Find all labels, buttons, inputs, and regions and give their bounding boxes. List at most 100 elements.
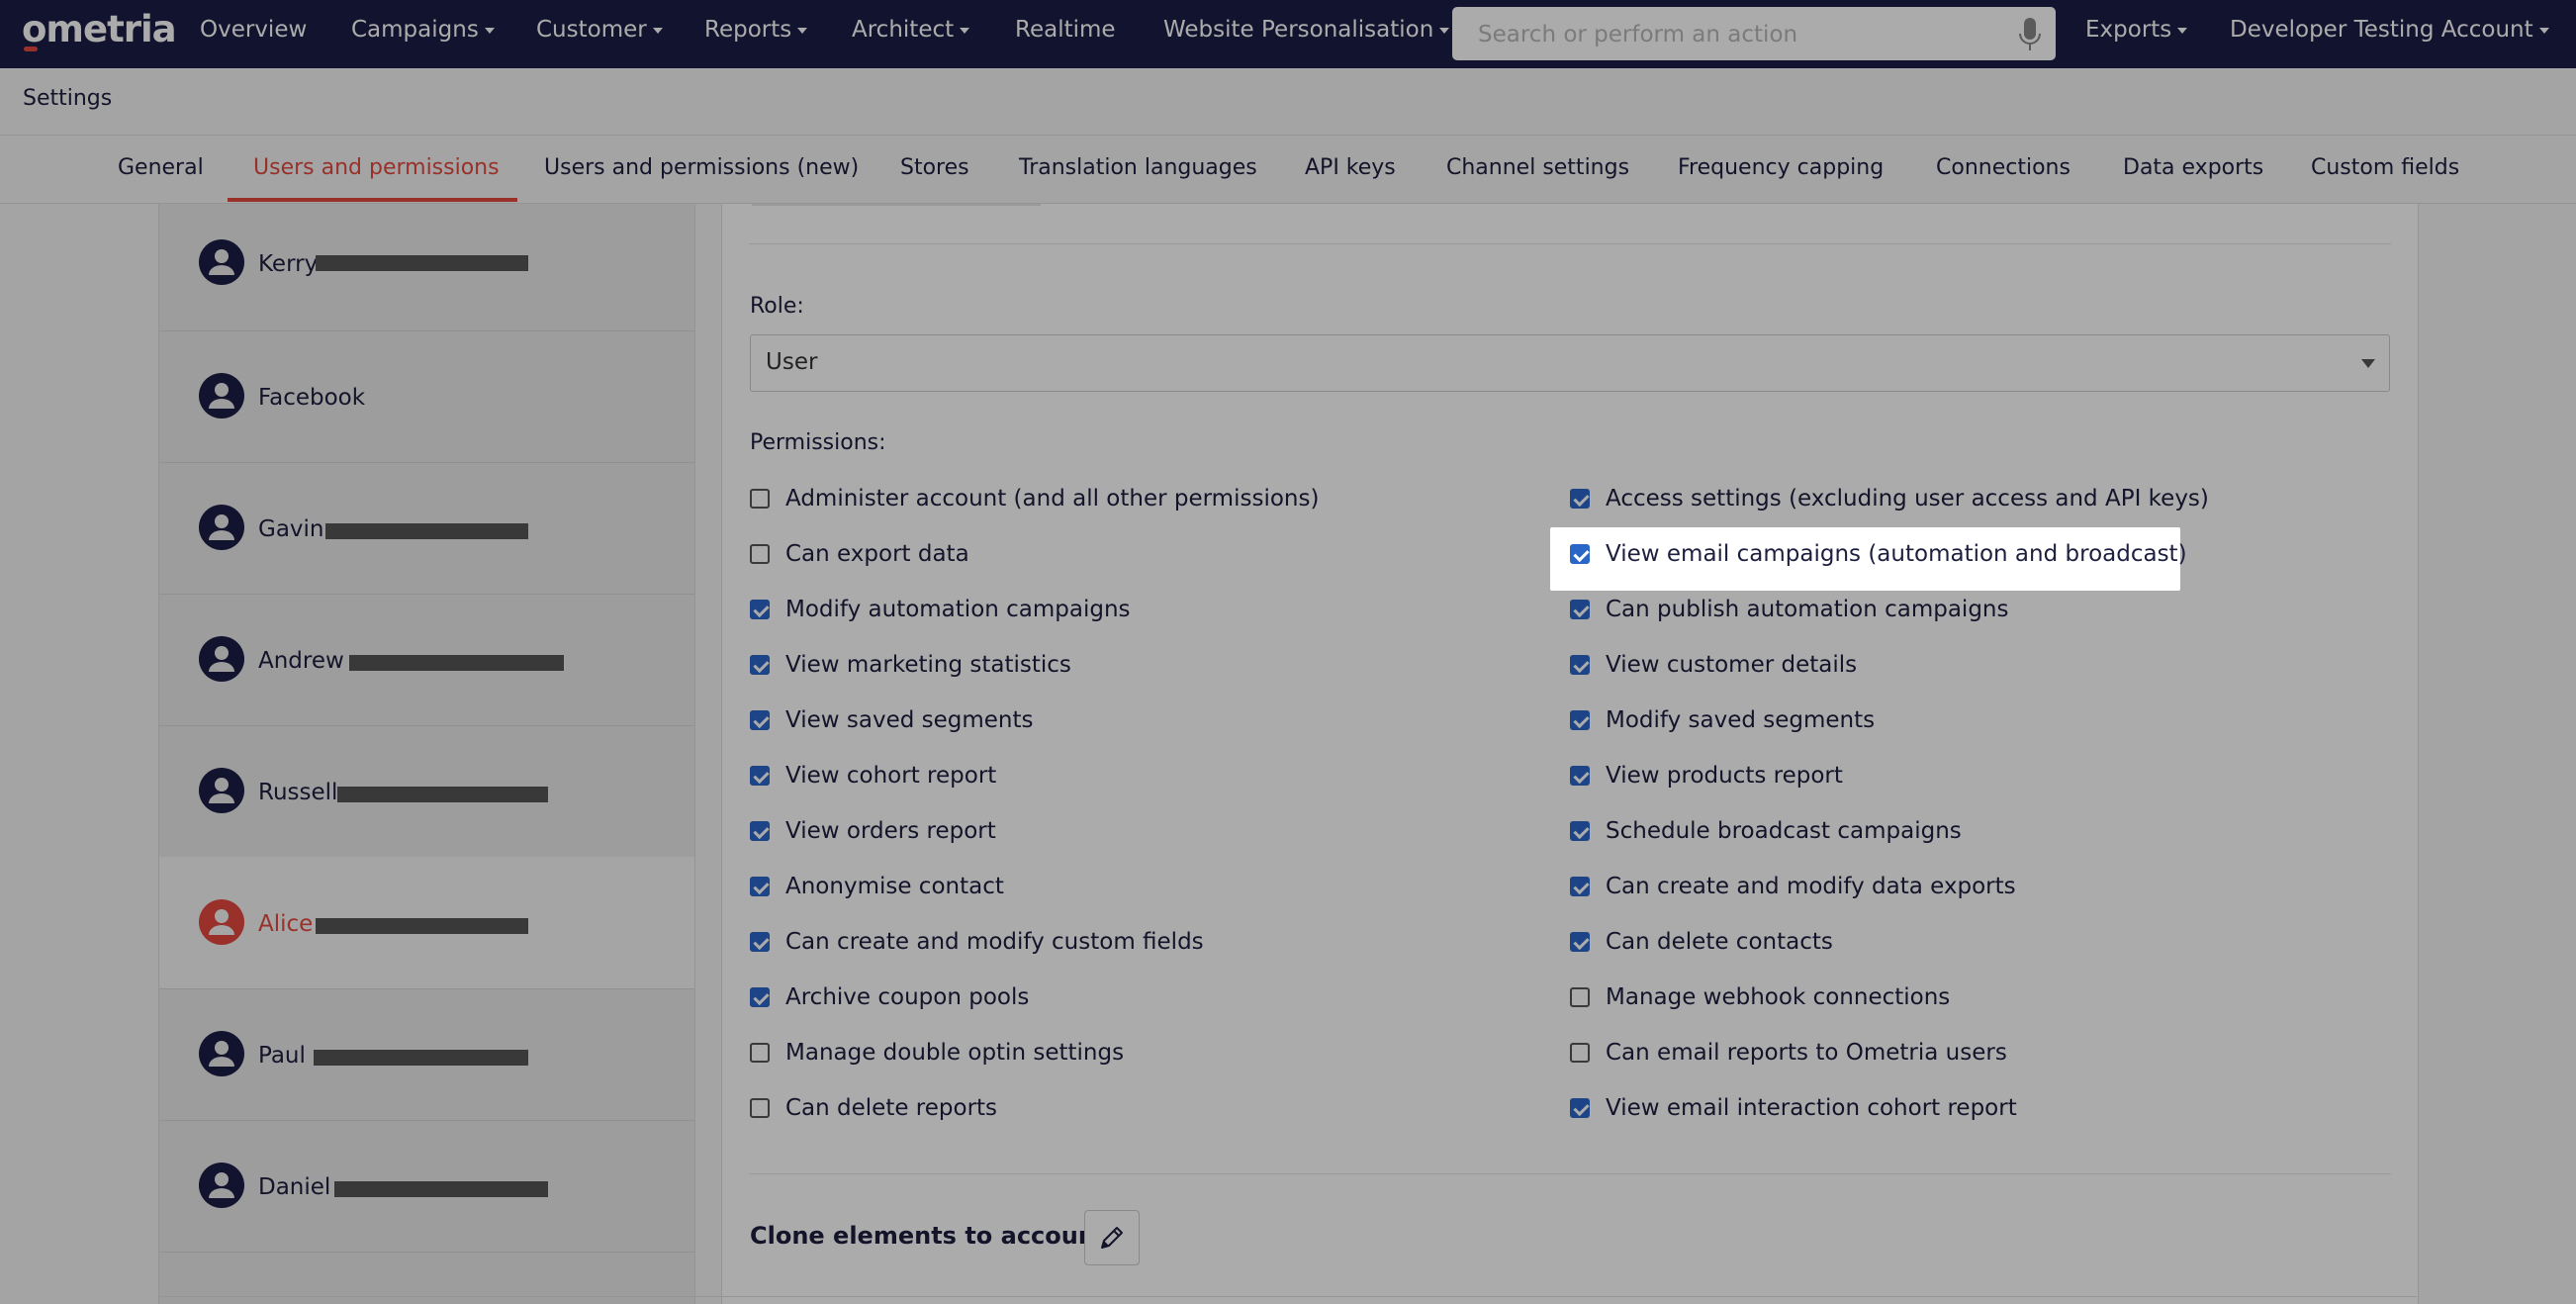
- permission-label: View email interaction cohort report: [1606, 1095, 2017, 1121]
- permission-view-orders-report[interactable]: View orders report: [750, 816, 996, 846]
- user-list-item[interactable]: Facebook: [159, 330, 694, 463]
- tab-data-exports[interactable]: Data exports: [2123, 155, 2263, 180]
- permission-checkbox[interactable]: [1570, 1043, 1590, 1063]
- permission-delete-contacts[interactable]: Can delete contacts: [1570, 927, 1833, 957]
- tab-custom-fields[interactable]: Custom fields: [2311, 155, 2459, 180]
- permission-checkbox[interactable]: [750, 932, 770, 952]
- permission-modify-saved-segments[interactable]: Modify saved segments: [1570, 705, 1875, 735]
- permission-checkbox[interactable]: [1570, 987, 1590, 1007]
- nav-customer[interactable]: Customer: [536, 17, 663, 43]
- nav-overview[interactable]: Overview: [200, 17, 307, 43]
- user-list-item[interactable]: Gavin: [159, 462, 694, 595]
- microphone-icon[interactable]: [2018, 17, 2042, 52]
- permission-checkbox[interactable]: [1570, 544, 1590, 564]
- permission-checkbox[interactable]: [1570, 877, 1590, 896]
- permission-checkbox[interactable]: [1570, 821, 1590, 841]
- permission-checkbox[interactable]: [750, 544, 770, 564]
- permission-email-reports[interactable]: Can email reports to Ometria users: [1570, 1038, 2007, 1068]
- permission-checkbox[interactable]: [1570, 1098, 1590, 1118]
- permission-label: Can create and modify custom fields: [785, 929, 1204, 955]
- permission-label: Modify saved segments: [1606, 707, 1876, 733]
- permission-email-interaction-cohort[interactable]: View email interaction cohort report: [1570, 1093, 2017, 1123]
- user-list-item-selected[interactable]: Alice: [159, 857, 694, 989]
- permission-checkbox[interactable]: [750, 987, 770, 1007]
- permission-checkbox[interactable]: [750, 489, 770, 509]
- permission-anonymise-contact[interactable]: Anonymise contact: [750, 872, 1004, 901]
- chevron-down-icon: [2538, 27, 2549, 34]
- tab-translation-languages[interactable]: Translation languages: [1019, 155, 1257, 180]
- permission-view-customer-details[interactable]: View customer details: [1570, 650, 1857, 680]
- permission-label: View email campaigns (automation and bro…: [1606, 541, 2187, 567]
- ometria-logo[interactable]: ometria: [22, 8, 177, 50]
- permission-checkbox[interactable]: [750, 1043, 770, 1063]
- permission-view-marketing-statistics[interactable]: View marketing statistics: [750, 650, 1071, 680]
- account-menu[interactable]: Developer Testing Account: [2230, 17, 2549, 43]
- permission-access-settings[interactable]: Access settings (excluding user access a…: [1570, 484, 2209, 513]
- permission-view-email-campaigns[interactable]: View email campaigns (automation and bro…: [1570, 539, 2187, 569]
- permission-checkbox[interactable]: [1570, 655, 1590, 675]
- permission-label: Can publish automation campaigns: [1606, 597, 2009, 622]
- permission-checkbox[interactable]: [1570, 932, 1590, 952]
- permission-delete-reports[interactable]: Can delete reports: [750, 1093, 997, 1123]
- permission-checkbox[interactable]: [750, 821, 770, 841]
- redaction-bar: [325, 523, 528, 539]
- permission-can-export-data[interactable]: Can export data: [750, 539, 969, 569]
- permission-data-exports[interactable]: Can create and modify data exports: [1570, 872, 2016, 901]
- edit-clone-button[interactable]: [1084, 1210, 1140, 1265]
- permission-checkbox[interactable]: [750, 877, 770, 896]
- tab-connections[interactable]: Connections: [1936, 155, 2070, 180]
- permission-checkbox[interactable]: [750, 1098, 770, 1118]
- permission-archive-coupon-pools[interactable]: Archive coupon pools: [750, 982, 1029, 1012]
- permission-view-cohort-report[interactable]: View cohort report: [750, 761, 996, 791]
- permission-checkbox[interactable]: [750, 600, 770, 619]
- permission-label: Modify automation campaigns: [785, 597, 1131, 622]
- permission-modify-automation-campaigns[interactable]: Modify automation campaigns: [750, 595, 1131, 624]
- permission-publish-automation-campaigns[interactable]: Can publish automation campaigns: [1570, 595, 2009, 624]
- user-list-item[interactable]: Andrew: [159, 594, 694, 726]
- permission-view-saved-segments[interactable]: View saved segments: [750, 705, 1034, 735]
- user-list-item[interactable]: Paul: [159, 988, 694, 1121]
- permission-label: Manage webhook connections: [1606, 984, 1951, 1010]
- permission-checkbox[interactable]: [750, 655, 770, 675]
- nav-overview-label: Overview: [200, 17, 308, 43]
- permission-checkbox[interactable]: [1570, 600, 1590, 619]
- user-name: Andrew: [258, 648, 344, 674]
- permission-checkbox[interactable]: [1570, 489, 1590, 509]
- user-list-item[interactable]: Russell: [159, 725, 694, 858]
- nav-exports[interactable]: Exports: [2085, 17, 2188, 43]
- user-list-item[interactable]: Daniel: [159, 1120, 694, 1253]
- chevron-down-icon: [960, 27, 970, 34]
- permission-view-products-report[interactable]: View products report: [1570, 761, 1843, 791]
- user-avatar-icon: [199, 1163, 244, 1208]
- search-input[interactable]: [1476, 15, 1994, 54]
- nav-architect[interactable]: Architect: [852, 17, 970, 43]
- tab-channel-settings[interactable]: Channel settings: [1446, 155, 1629, 180]
- tab-frequency-capping[interactable]: Frequency capping: [1678, 155, 1884, 180]
- permission-label: Can email reports to Ometria users: [1606, 1040, 2007, 1066]
- permission-checkbox[interactable]: [750, 710, 770, 730]
- role-label: Role:: [750, 294, 804, 319]
- user-name: Paul: [258, 1043, 306, 1069]
- permission-label: View cohort report: [785, 763, 997, 789]
- nav-website-personalisation[interactable]: Website Personalisation: [1163, 17, 1450, 43]
- nav-exports-label: Exports: [2085, 17, 2172, 43]
- tab-users-and-permissions-new[interactable]: Users and permissions (new): [544, 155, 859, 180]
- permission-custom-fields[interactable]: Can create and modify custom fields: [750, 927, 1204, 957]
- permission-checkbox[interactable]: [1570, 766, 1590, 786]
- permission-schedule-broadcast[interactable]: Schedule broadcast campaigns: [1570, 816, 1962, 846]
- permission-checkbox[interactable]: [1570, 710, 1590, 730]
- tab-general[interactable]: General: [118, 155, 204, 180]
- permission-double-optin[interactable]: Manage double optin settings: [750, 1038, 1124, 1068]
- nav-campaigns[interactable]: Campaigns: [351, 17, 495, 43]
- tab-stores[interactable]: Stores: [900, 155, 969, 180]
- nav-website-personalisation-label: Website Personalisation: [1163, 17, 1434, 43]
- role-select[interactable]: User: [750, 334, 2390, 392]
- permission-administer-account[interactable]: Administer account (and all other permis…: [750, 484, 1319, 513]
- nav-realtime[interactable]: Realtime: [1015, 17, 1116, 43]
- nav-reports[interactable]: Reports: [704, 17, 808, 43]
- user-list-item[interactable]: Kerry: [159, 204, 694, 331]
- permission-checkbox[interactable]: [750, 766, 770, 786]
- tab-api-keys[interactable]: API keys: [1305, 155, 1396, 180]
- permission-webhook-connections[interactable]: Manage webhook connections: [1570, 982, 1950, 1012]
- tab-users-and-permissions[interactable]: Users and permissions: [253, 155, 500, 180]
